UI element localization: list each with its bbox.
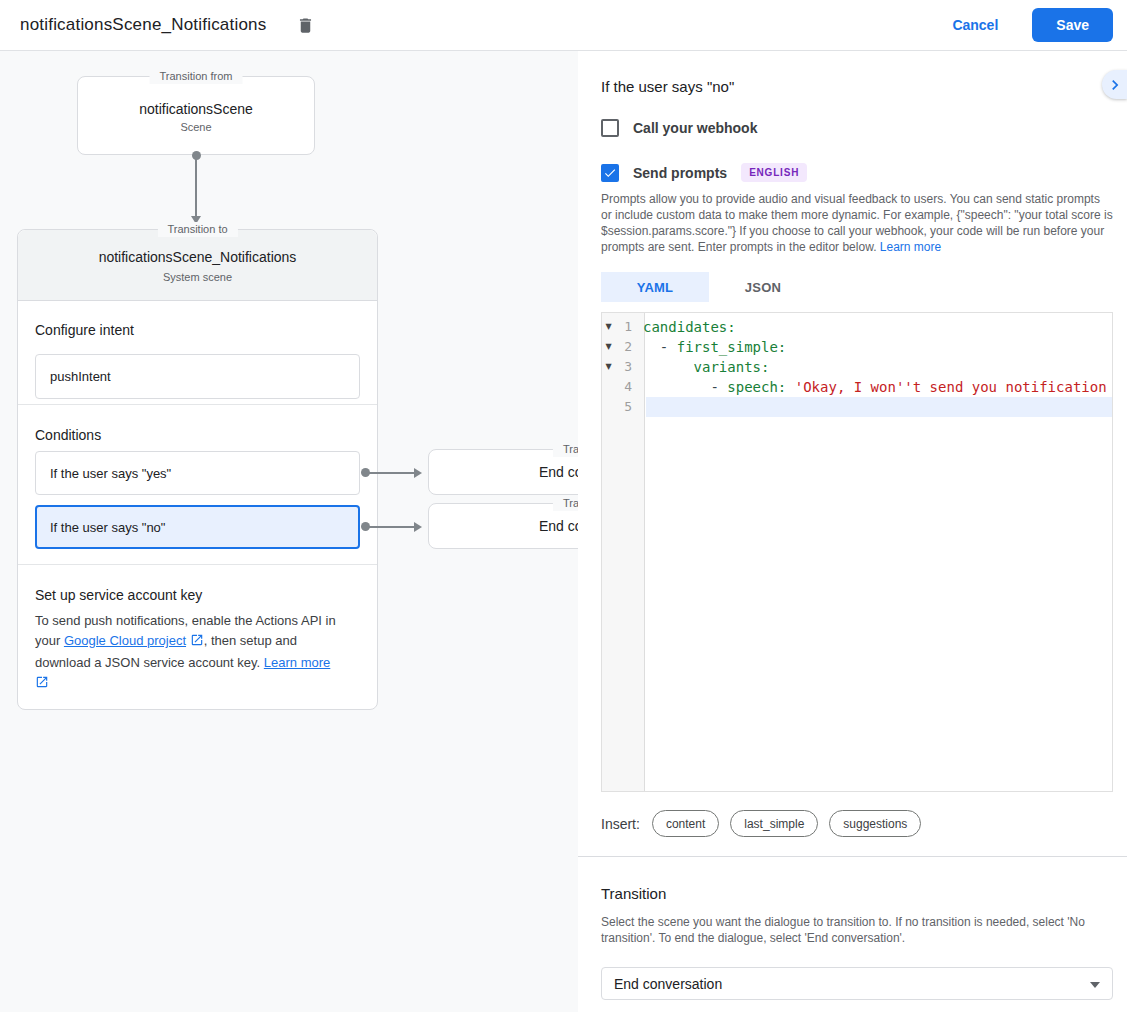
save-button[interactable]: Save bbox=[1032, 8, 1113, 42]
transition-from-label: Transition from bbox=[150, 69, 243, 84]
insert-chip-suggestions[interactable]: suggestions bbox=[829, 810, 921, 837]
fold-arrow-icon bbox=[602, 377, 615, 397]
transition-select[interactable]: End conversation bbox=[601, 967, 1113, 1000]
google-cloud-project-link[interactable]: Google Cloud project bbox=[64, 633, 186, 648]
service-account-section: Set up service account key To send push … bbox=[18, 564, 377, 711]
open-in-new-icon[interactable] bbox=[190, 633, 204, 653]
insert-label: Insert: bbox=[601, 816, 640, 832]
service-account-text: To send push notifications, enable the A… bbox=[35, 611, 350, 695]
code-token: 'Okay, I won''t send you notification bbox=[795, 379, 1107, 395]
code-line: ▼ 3 variants: bbox=[602, 357, 1112, 377]
connector-arrowhead bbox=[414, 468, 422, 478]
conditions-label: Conditions bbox=[35, 427, 360, 443]
fold-arrow-icon bbox=[602, 397, 615, 417]
transition-to-label: Transition to bbox=[157, 222, 237, 237]
service-account-title: Set up service account key bbox=[35, 587, 360, 603]
transition-description: Select the scene you want the dialogue t… bbox=[601, 914, 1106, 946]
fold-arrow-icon[interactable]: ▼ bbox=[602, 357, 615, 377]
transition-to-label: Transition to bbox=[553, 496, 578, 511]
code-text bbox=[638, 397, 1112, 417]
editor-format-tabs: YAML JSON bbox=[601, 272, 817, 302]
language-badge: ENGLISH bbox=[741, 163, 807, 182]
send-prompts-checkbox[interactable] bbox=[601, 164, 619, 182]
code-token: variants: bbox=[694, 359, 770, 375]
code-line: 4 - speech: 'Okay, I won''t send you not… bbox=[602, 377, 1112, 397]
send-prompts-label: Send prompts bbox=[633, 165, 727, 181]
transition-from-node[interactable]: Transition from notificationsScene Scene bbox=[77, 76, 315, 155]
scene-diagram-canvas: Transition from notificationsScene Scene… bbox=[0, 51, 578, 1012]
connector-line bbox=[195, 156, 197, 216]
fold-arrow-icon[interactable]: ▼ bbox=[602, 317, 615, 337]
scene-type: System scene bbox=[18, 271, 377, 283]
end-conversation-node[interactable]: Transition to End conversation bbox=[428, 449, 578, 495]
line-number: 1 bbox=[615, 317, 638, 337]
code-token: - bbox=[643, 339, 677, 355]
transition-to-node[interactable]: Transition to notificationsScene_Notific… bbox=[17, 229, 378, 710]
call-webhook-label: Call your webhook bbox=[633, 120, 757, 136]
fold-arrow-icon[interactable]: ▼ bbox=[602, 337, 615, 357]
code-token: candidates: bbox=[643, 319, 736, 335]
code-token: - bbox=[643, 379, 727, 395]
intent-item[interactable]: pushIntent bbox=[35, 354, 360, 399]
end-conversation-node[interactable]: Transition to End conversation bbox=[428, 503, 578, 549]
code-text: - speech: 'Okay, I won''t send you notif… bbox=[638, 377, 1112, 397]
tab-yaml[interactable]: YAML bbox=[601, 272, 709, 302]
from-scene-name: notificationsScene bbox=[78, 101, 314, 117]
dropdown-caret-icon bbox=[1090, 982, 1100, 988]
code-line: ▼ 1 candidates: bbox=[602, 317, 1112, 337]
code-text: - first_simple: bbox=[638, 337, 1112, 357]
code-token: speech: bbox=[727, 379, 794, 395]
condition-editor-panel: If the user says "no" Call your webhook … bbox=[578, 51, 1127, 1012]
scene-node-header: notificationsScene_Notifications System … bbox=[18, 230, 377, 301]
checkmark-icon bbox=[603, 166, 617, 180]
prompts-description: Prompts allow you to provide audio and v… bbox=[601, 191, 1113, 255]
call-webhook-checkbox[interactable] bbox=[601, 119, 619, 137]
connector-line bbox=[366, 472, 416, 474]
configure-intent-label: Configure intent bbox=[35, 322, 360, 338]
learn-more-link[interactable]: Learn more bbox=[880, 240, 941, 254]
code-token bbox=[643, 359, 694, 375]
section-divider bbox=[578, 856, 1127, 857]
chevron-right-icon bbox=[1105, 75, 1125, 95]
code-text: candidates: bbox=[638, 317, 1112, 337]
delete-scene-button[interactable] bbox=[292, 12, 318, 38]
end-node-title: End conversation bbox=[539, 464, 578, 480]
transition-to-label: Transition to bbox=[553, 442, 578, 457]
editor-lines: ▼ 1 candidates: ▼ 2 - first_simple: ▼ 3 … bbox=[602, 317, 1112, 417]
insert-chip-content[interactable]: content bbox=[652, 810, 719, 837]
condition-item-yes[interactable]: If the user says "yes" bbox=[35, 451, 360, 495]
call-webhook-row: Call your webhook bbox=[601, 119, 757, 137]
connector-line bbox=[366, 526, 416, 528]
cancel-button[interactable]: Cancel bbox=[952, 17, 998, 33]
configure-intent-section: Configure intent pushIntent bbox=[18, 301, 377, 404]
conditions-section: Conditions If the user says "yes" If the… bbox=[18, 404, 377, 564]
learn-more-link[interactable]: Learn more bbox=[264, 655, 330, 670]
transition-select-value: End conversation bbox=[614, 976, 722, 992]
top-bar: notificationsScene_Notifications Cancel … bbox=[0, 0, 1127, 51]
transition-title: Transition bbox=[601, 885, 666, 902]
prompts-description-text: Prompts allow you to provide audio and v… bbox=[601, 192, 1113, 254]
trash-icon bbox=[296, 16, 315, 35]
insert-chip-last-simple[interactable]: last_simple bbox=[730, 810, 818, 837]
prompt-code-editor[interactable]: ▼ 1 candidates: ▼ 2 - first_simple: ▼ 3 … bbox=[601, 312, 1113, 792]
collapse-panel-button[interactable] bbox=[1102, 70, 1127, 99]
line-number: 2 bbox=[615, 337, 638, 357]
tab-json[interactable]: JSON bbox=[709, 272, 817, 302]
code-line: ▼ 2 - first_simple: bbox=[602, 337, 1112, 357]
page-title: notificationsScene_Notifications bbox=[20, 15, 266, 35]
send-prompts-row: Send prompts ENGLISH bbox=[601, 163, 807, 182]
condition-item-no[interactable]: If the user says "no" bbox=[35, 505, 360, 549]
code-text: variants: bbox=[638, 357, 1112, 377]
line-number: 3 bbox=[615, 357, 638, 377]
connector-arrowhead bbox=[414, 522, 422, 532]
code-token: first_simple: bbox=[677, 339, 787, 355]
line-number: 4 bbox=[615, 377, 638, 397]
panel-title: If the user says "no" bbox=[601, 78, 734, 95]
insert-row: Insert: content last_simple suggestions bbox=[601, 810, 932, 837]
open-in-new-icon[interactable] bbox=[35, 675, 49, 695]
from-scene-type: Scene bbox=[78, 121, 314, 133]
end-node-title: End conversation bbox=[539, 518, 578, 534]
code-line-active: 5 bbox=[602, 397, 1112, 417]
line-number: 5 bbox=[615, 397, 638, 417]
